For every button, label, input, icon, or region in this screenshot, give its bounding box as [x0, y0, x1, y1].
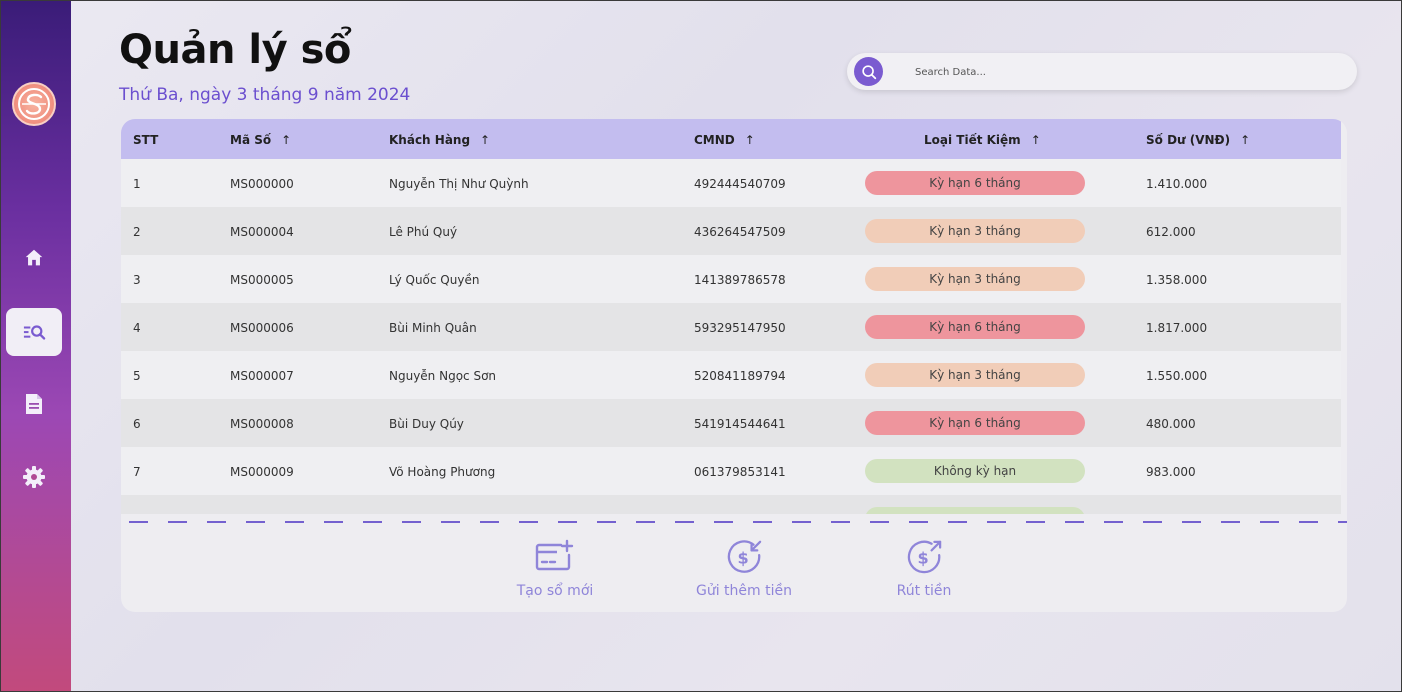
- cell-cmnd: 541914544641: [694, 417, 786, 431]
- savings-type-badge: Kỳ hạn 3 tháng: [865, 267, 1085, 291]
- cell-ma-so: MS000000: [230, 177, 294, 191]
- sort-arrow-icon: ↑: [1240, 133, 1251, 147]
- table-header: STT Mã Số ↑ Khách Hàng ↑ CMND ↑ Loại Tiết K…: [121, 119, 1341, 159]
- table-row[interactable]: 1 MS000000 Nguyễn Thị Như Quỳnh 49244454…: [121, 159, 1341, 207]
- cell-khach-hang: Bùi Duy Qúy: [389, 417, 464, 431]
- withdraw-label: Rút tiền: [896, 583, 952, 599]
- dashed-divider: [129, 521, 1347, 523]
- cell-ma-so: MS000008: [230, 417, 294, 431]
- sidebar-item-settings[interactable]: [6, 453, 62, 501]
- sort-arrow-icon: ↑: [744, 133, 755, 147]
- sort-arrow-icon: ↑: [480, 133, 491, 147]
- cell-stt: 7: [133, 465, 141, 479]
- sidebar-item-home[interactable]: [6, 234, 62, 282]
- savings-type-badge: Không kỳ hạn: [865, 459, 1085, 483]
- cell-khach-hang: Lê Phú Quý: [389, 225, 458, 239]
- savings-type-badge: Kỳ hạn 6 tháng: [865, 315, 1085, 339]
- page-title: Quản lý sổ: [119, 27, 351, 73]
- cell-ma-so: MS000007: [230, 369, 294, 383]
- table-row[interactable]: 4 MS000006 Bùi Minh Quân 593295147950 Kỳ…: [121, 303, 1341, 351]
- cell-so-du: 1.410.000: [1146, 177, 1208, 191]
- cell-so-du: 612.000: [1146, 225, 1196, 239]
- deposit-button[interactable]: $ Gửi thêm tiền: [689, 539, 799, 599]
- cell-khach-hang: Nguyễn Thị Như Quỳnh: [389, 177, 529, 191]
- column-header-stt[interactable]: STT: [133, 133, 158, 147]
- cell-khach-hang: Võ Hoàng Phương: [389, 465, 496, 479]
- withdraw-button[interactable]: $ Rút tiền: [869, 539, 979, 599]
- savings-type-badge: Kỳ hạn 6 tháng: [865, 171, 1085, 195]
- cell-stt: 2: [133, 225, 141, 239]
- cell-so-du: 1.817.000: [1146, 321, 1208, 335]
- document-icon: [26, 394, 42, 414]
- column-header-khach-hang[interactable]: Khách Hàng ↑: [389, 133, 490, 147]
- cell-stt: 3: [133, 273, 141, 287]
- column-header-loai-tiet-kiem[interactable]: Loại Tiết Kiệm ↑: [924, 133, 1041, 147]
- search-list-icon: [23, 325, 46, 340]
- table-row[interactable]: 7 MS000009 Võ Hoàng Phương 061379853141 …: [121, 447, 1341, 495]
- cell-so-du: 1.358.000: [1146, 273, 1208, 287]
- savings-type-badge: Kỳ hạn 6 tháng: [865, 411, 1085, 435]
- savings-type-badge: [865, 507, 1085, 514]
- deposit-label: Gửi thêm tiền: [696, 583, 792, 599]
- cell-cmnd: 520841189794: [694, 369, 786, 383]
- search-bar: [847, 53, 1357, 90]
- cell-so-du: 480.000: [1146, 417, 1196, 431]
- cell-khach-hang: Lý Quốc Quyền: [389, 273, 480, 287]
- sidebar: [1, 1, 71, 691]
- column-header-ma-so[interactable]: Mã Số ↑: [230, 133, 291, 147]
- table-row-partial: [121, 495, 1341, 514]
- table-row[interactable]: 5 MS000007 Nguyễn Ngọc Sơn 520841189794 …: [121, 351, 1341, 399]
- table-body: 1 MS000000 Nguyễn Thị Như Quỳnh 49244454…: [121, 159, 1341, 514]
- withdraw-money-icon: $: [907, 540, 942, 574]
- search-button[interactable]: [854, 57, 883, 86]
- logo-icon: [18, 88, 50, 120]
- sidebar-item-reports[interactable]: [6, 380, 62, 428]
- sort-arrow-icon: ↑: [1030, 133, 1041, 147]
- svg-text:$: $: [737, 549, 748, 568]
- cell-so-du: 1.550.000: [1146, 369, 1208, 383]
- sort-arrow-icon: ↑: [281, 133, 292, 147]
- cell-cmnd: 141389786578: [694, 273, 786, 287]
- page-date: Thứ Ba, ngày 3 tháng 9 năm 2024: [119, 85, 411, 105]
- cell-khach-hang: Bùi Minh Quân: [389, 321, 477, 335]
- column-header-so-du[interactable]: Số Dư (VNĐ) ↑: [1146, 133, 1250, 147]
- cell-so-du: 983.000: [1146, 465, 1196, 479]
- search-icon: [861, 64, 876, 79]
- cell-ma-so: MS000009: [230, 465, 294, 479]
- cell-stt: 4: [133, 321, 141, 335]
- column-header-cmnd[interactable]: CMND ↑: [694, 133, 755, 147]
- create-book-button[interactable]: Tạo sổ mới: [500, 539, 610, 599]
- app-logo: [12, 82, 56, 126]
- search-input[interactable]: [915, 62, 1335, 82]
- table-row[interactable]: 6 MS000008 Bùi Duy Qúy 541914544641 Kỳ h…: [121, 399, 1341, 447]
- cell-ma-so: MS000005: [230, 273, 294, 287]
- deposit-money-icon: $: [727, 540, 762, 573]
- cell-cmnd: 061379853141: [694, 465, 786, 479]
- cell-ma-so: MS000004: [230, 225, 294, 239]
- cell-khach-hang: Nguyễn Ngọc Sơn: [389, 369, 497, 383]
- home-icon: [25, 249, 43, 266]
- create-book-label: Tạo sổ mới: [516, 583, 594, 599]
- gear-icon: [23, 466, 45, 488]
- savings-type-badge: Kỳ hạn 3 tháng: [865, 363, 1085, 387]
- table-row[interactable]: 3 MS000005 Lý Quốc Quyền 141389786578 Kỳ…: [121, 255, 1341, 303]
- new-card-icon: [535, 539, 574, 571]
- cell-cmnd: 593295147950: [694, 321, 786, 335]
- cell-stt: 6: [133, 417, 141, 431]
- table-row[interactable]: 2 MS000004 Lê Phú Quý 436264547509 Kỳ hạ…: [121, 207, 1341, 255]
- cell-ma-so: MS000006: [230, 321, 294, 335]
- savings-panel: STT Mã Số ↑ Khách Hàng ↑ CMND ↑ Loại Tiết K…: [121, 119, 1347, 612]
- app-window: Quản lý sổ Thứ Ba, ngày 3 tháng 9 năm 20…: [0, 0, 1402, 692]
- sidebar-item-savings-lookup[interactable]: [6, 308, 62, 356]
- savings-type-badge: Kỳ hạn 3 tháng: [865, 219, 1085, 243]
- svg-text:$: $: [917, 549, 928, 568]
- cell-cmnd: 436264547509: [694, 225, 786, 239]
- cell-cmnd: 492444540709: [694, 177, 786, 191]
- cell-stt: 5: [133, 369, 141, 383]
- cell-stt: 1: [133, 177, 141, 191]
